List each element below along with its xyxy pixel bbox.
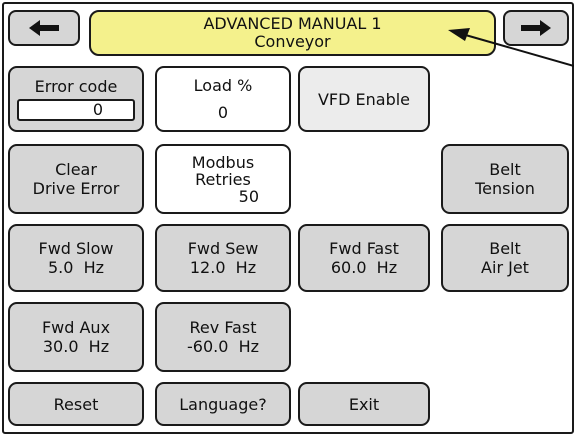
clear-drive-error-button[interactable]: Clear Drive Error: [8, 144, 144, 214]
rev-fast-button[interactable]: Rev Fast -60.0 Hz: [155, 302, 291, 372]
vfd-enable-button[interactable]: VFD Enable: [298, 66, 430, 132]
fwd-sew-label: Fwd Sew: [187, 239, 259, 258]
fwd-aux-value: 30.0 Hz: [42, 337, 110, 356]
left-arrow-icon: [29, 20, 59, 36]
belt-air-jet-line2: Air Jet: [481, 258, 529, 277]
title-text: ADVANCED MANUAL 1: [203, 14, 382, 33]
fwd-aux-button[interactable]: Fwd Aux 30.0 Hz: [8, 302, 144, 372]
right-arrow-icon: [521, 20, 551, 36]
error-code-value: 0: [17, 99, 135, 121]
vfd-enable-label: VFD Enable: [317, 89, 411, 109]
clear-drive-error-line2: Drive Error: [32, 179, 120, 198]
error-code-display: Error code 0: [8, 66, 144, 132]
belt-tension-line2: Tension: [475, 179, 535, 198]
fwd-fast-label: Fwd Fast: [329, 239, 399, 258]
exit-button[interactable]: Exit: [298, 382, 430, 426]
modbus-line2: Retries: [195, 169, 251, 189]
fwd-sew-button[interactable]: Fwd Sew 12.0 Hz: [155, 224, 291, 292]
screen-title: ADVANCED MANUAL 1 Conveyor: [89, 10, 496, 56]
load-percent-display: Load % 0: [155, 66, 291, 132]
reset-button[interactable]: Reset: [8, 382, 144, 426]
hmi-panel: ADVANCED MANUAL 1 Conveyor Error code 0 …: [0, 0, 574, 434]
fwd-slow-value: 5.0 Hz: [47, 258, 105, 277]
fwd-sew-value: 12.0 Hz: [189, 258, 257, 277]
fwd-fast-value: 60.0 Hz: [330, 258, 398, 277]
load-label: Load %: [193, 76, 253, 95]
belt-tension-line1: Belt: [489, 160, 521, 179]
modbus-retries-display[interactable]: Modbus Retries 50: [155, 144, 291, 214]
fwd-slow-button[interactable]: Fwd Slow 5.0 Hz: [8, 224, 144, 292]
modbus-line1: Modbus: [191, 152, 255, 172]
fwd-fast-button[interactable]: Fwd Fast 60.0 Hz: [298, 224, 430, 292]
subtitle-text: Conveyor: [254, 32, 331, 51]
load-value: 0: [217, 103, 229, 122]
prev-page-button[interactable]: [8, 10, 80, 46]
rev-fast-label: Rev Fast: [189, 318, 257, 337]
exit-label: Exit: [348, 394, 380, 414]
clear-drive-error-line1: Clear: [55, 160, 97, 179]
error-code-label: Error code: [34, 77, 118, 96]
modbus-retries-value: 50: [238, 186, 259, 206]
next-page-button[interactable]: [503, 10, 569, 46]
reset-label: Reset: [53, 394, 99, 414]
belt-air-jet-line1: Belt: [489, 239, 521, 258]
language-label: Language?: [179, 394, 267, 414]
fwd-aux-label: Fwd Aux: [41, 318, 111, 337]
fwd-slow-label: Fwd Slow: [38, 239, 114, 258]
language-button[interactable]: Language?: [155, 382, 291, 426]
belt-air-jet-button[interactable]: Belt Air Jet: [441, 224, 569, 292]
belt-tension-button[interactable]: Belt Tension: [441, 144, 569, 214]
rev-fast-value: -60.0 Hz: [187, 337, 259, 356]
